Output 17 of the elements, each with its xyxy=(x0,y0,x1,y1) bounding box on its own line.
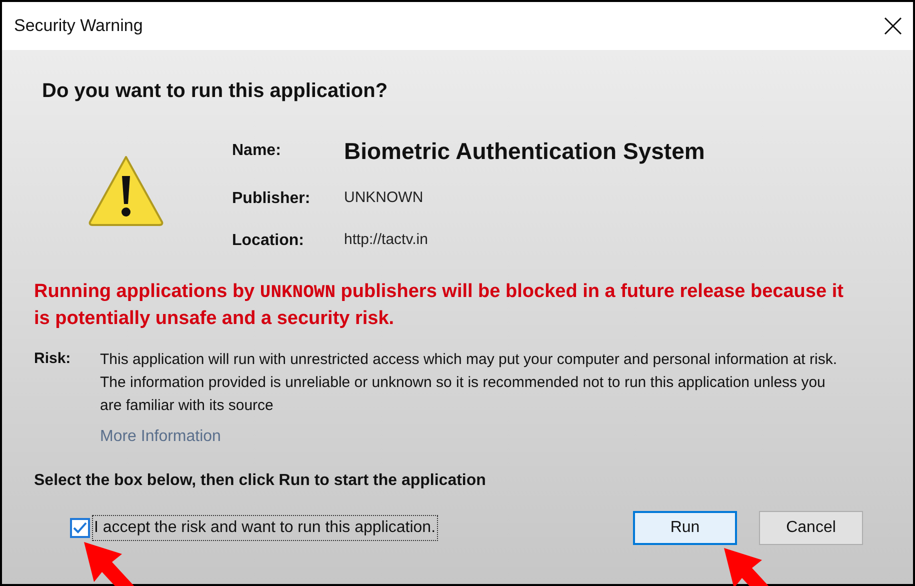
risk-description: This application will run with unrestricted access which may put your computer and personal information at risk. The information provided is unreliable or unknown so it is recommended not to run this application unless you are familiar with its source xyxy=(100,350,838,416)
detail-value: Biometric Authentication System xyxy=(344,137,705,166)
instruction-text: Select the box below, then click Run to start the application xyxy=(34,470,487,490)
dialog-button[interactable]: Cancel xyxy=(759,510,863,544)
detail-label: Location: xyxy=(232,230,305,250)
warning-message: Running applications by UNKNOWN publishers will be blocked in a future release because it is potentially unsafe and a security risk. xyxy=(34,280,844,330)
dialog-button[interactable]: Run xyxy=(633,510,737,544)
detail-label: Publisher: xyxy=(232,188,312,208)
window-title: Security Warning xyxy=(14,15,143,38)
warning-icon xyxy=(87,154,165,228)
dialog-heading: Do you want to run this application? xyxy=(42,79,389,104)
risk-label: Risk: xyxy=(34,348,72,368)
accept-checkbox[interactable] xyxy=(70,518,90,538)
accept-label[interactable]: I accept the risk and want to run this application. xyxy=(92,514,438,540)
detail-value: UNKNOWN xyxy=(344,188,424,208)
detail-label: Name: xyxy=(232,141,282,162)
detail-value: http://tactv.in xyxy=(344,230,428,250)
